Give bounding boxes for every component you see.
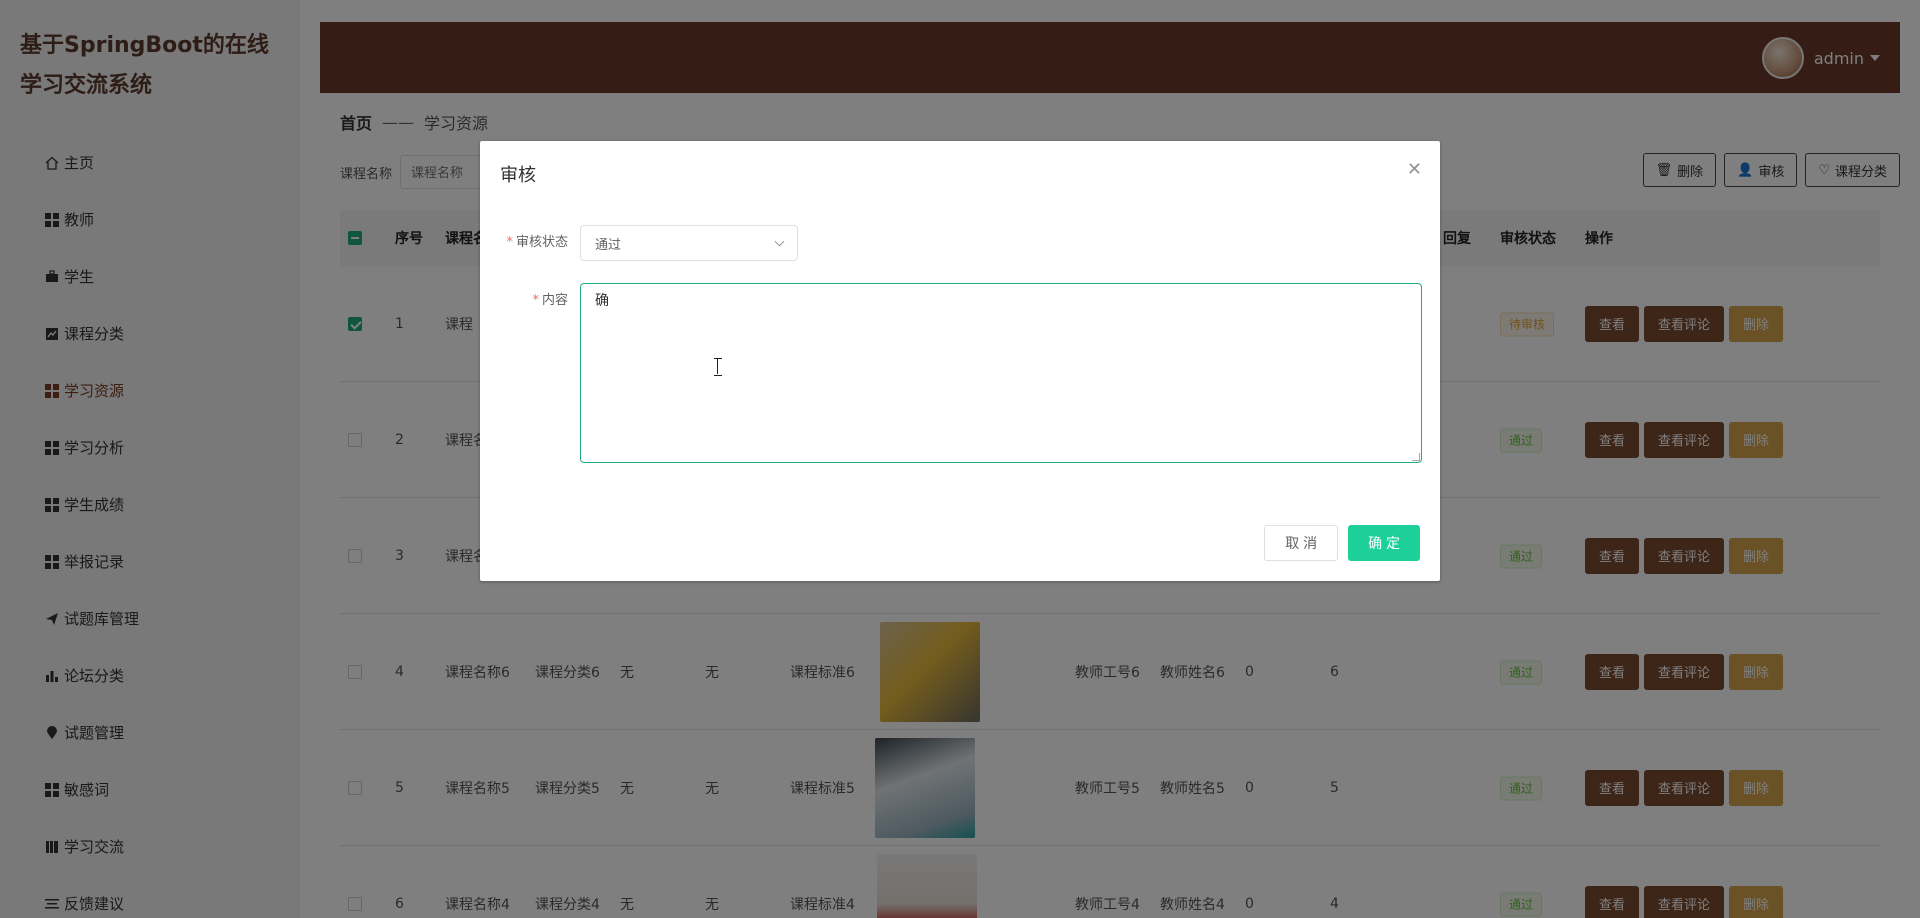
text-cursor-icon: [714, 358, 722, 376]
audit-dialog: 审核 ✕ * 审核状态 通过 * 内容 确 取 消 确 定: [480, 141, 1440, 581]
content-field-wrap: 确: [580, 283, 1422, 463]
status-select-value: 通过: [595, 237, 622, 253]
dialog-footer: 取 消 确 定: [1264, 525, 1420, 561]
dialog-title: 审核: [500, 165, 536, 186]
cancel-button[interactable]: 取 消: [1264, 525, 1339, 561]
form-row-content: * 内容 确: [480, 283, 1422, 463]
status-select[interactable]: 通过: [580, 225, 798, 261]
close-icon[interactable]: ✕: [1407, 161, 1422, 179]
resize-handle-icon[interactable]: [1412, 453, 1420, 461]
form-row-status: * 审核状态 通过: [480, 225, 798, 261]
content-label-text: 内容: [541, 293, 568, 308]
content-label: * 内容: [532, 293, 568, 308]
confirm-button[interactable]: 确 定: [1348, 525, 1420, 561]
status-label: * 审核状态: [506, 235, 568, 250]
chevron-down-icon: [774, 236, 785, 246]
content-textarea[interactable]: 确: [580, 283, 1422, 463]
status-label-text: 审核状态: [515, 235, 568, 250]
